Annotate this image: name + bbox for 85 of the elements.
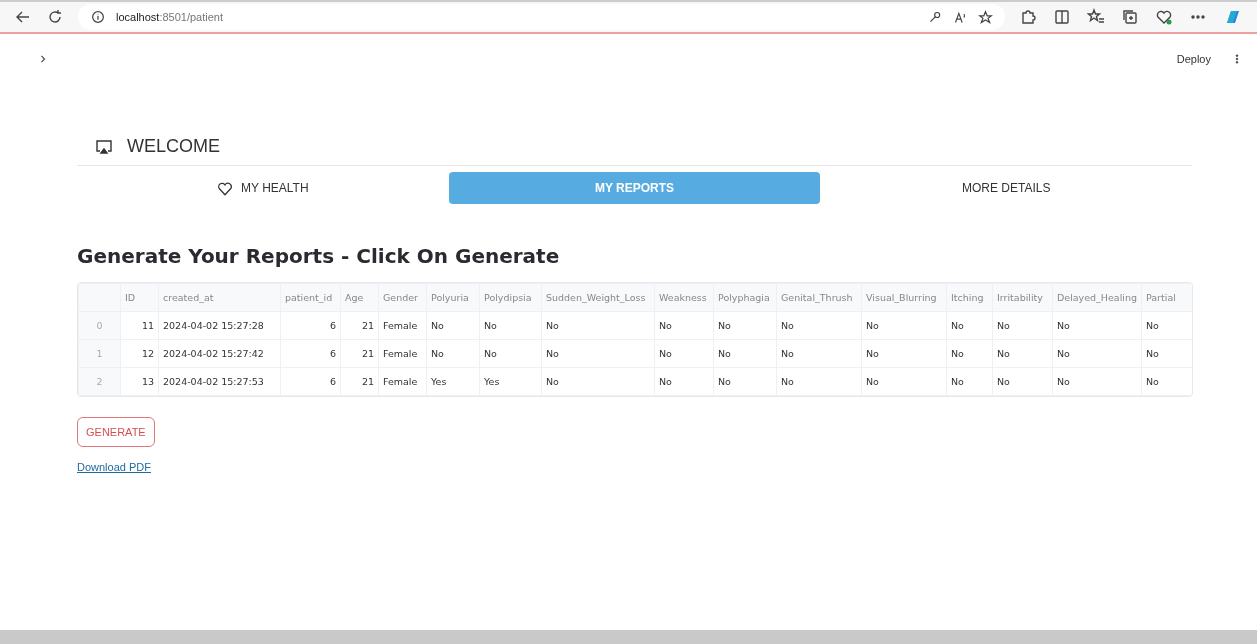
split-screen-icon[interactable]: [1053, 8, 1071, 26]
table-cell: Female: [378, 367, 427, 396]
reload-icon[interactable]: [46, 8, 64, 26]
url-text: localhost:8501/patient: [116, 11, 224, 23]
table-cell: 2024-04-02 15:27:28: [158, 311, 281, 340]
table-cell: No: [713, 311, 777, 340]
row-index: 1: [78, 339, 121, 368]
table-cell: No: [426, 339, 480, 368]
table-cell: No: [1052, 339, 1142, 368]
table-cell: 2024-04-02 15:27:42: [158, 339, 281, 368]
column-header: Weakness: [654, 283, 714, 312]
column-header: Polyphagia: [713, 283, 777, 312]
table-cell: 21: [340, 311, 379, 340]
table-cell: No: [1052, 311, 1142, 340]
table-cell: 13: [120, 367, 159, 396]
column-header: created_at: [158, 283, 281, 312]
table-cell: No: [713, 339, 777, 368]
table-cell: No: [426, 311, 480, 340]
table-cell: No: [713, 367, 777, 396]
column-header: Polyuria: [426, 283, 480, 312]
table-cell: No: [992, 339, 1053, 368]
download-link[interactable]: Download PDF: [77, 461, 151, 473]
star-icon[interactable]: [978, 9, 993, 25]
table-cell: 6: [280, 367, 341, 396]
table-cell: 12: [120, 339, 159, 368]
column-header: Age: [340, 283, 379, 312]
table-cell: No: [992, 367, 1053, 396]
deploy-button[interactable]: Deploy: [1172, 51, 1215, 67]
table-cell: No: [479, 311, 542, 340]
column-header: ID: [120, 283, 159, 312]
table-cell: Female: [378, 311, 427, 340]
table-cell: No: [992, 311, 1053, 340]
nav-tab[interactable]: MY HEALTH: [77, 172, 449, 204]
table-cell: No: [946, 311, 993, 340]
table-cell: 21: [340, 367, 379, 396]
column-header: patient_id: [280, 283, 341, 312]
table-cell: No: [479, 339, 542, 368]
table-cell: No: [654, 311, 714, 340]
table-cell: Yes: [426, 367, 480, 396]
generate-button[interactable]: GENERATE: [77, 417, 155, 447]
table-cell: No: [861, 339, 947, 368]
collections-icon[interactable]: [1121, 8, 1139, 26]
heart-icon[interactable]: [1155, 8, 1173, 26]
table-cell: 2024-04-02 15:27:53: [158, 367, 281, 396]
column-header: Gender: [378, 283, 427, 312]
key-icon[interactable]: [928, 9, 943, 25]
row-index: 2: [78, 367, 121, 396]
monitor-icon: [95, 138, 113, 155]
table-cell: 6: [280, 339, 341, 368]
column-header: Irritability: [992, 283, 1053, 312]
column-header: Sudden_Weight_Loss: [541, 283, 655, 312]
table-cell: No: [654, 367, 714, 396]
table-cell: No: [946, 339, 993, 368]
table-cell: No: [541, 339, 655, 368]
favorites-icon[interactable]: [1087, 8, 1105, 26]
column-header: Delayed_Healing: [1052, 283, 1142, 312]
puzzle-icon[interactable]: [1019, 8, 1037, 26]
table-cell: 11: [120, 311, 159, 340]
table-cell: No: [541, 367, 655, 396]
read-aloud-icon[interactable]: [953, 9, 968, 25]
column-header: Itching: [946, 283, 993, 312]
nav-tab[interactable]: MORE DETAILS: [820, 172, 1192, 204]
column-header: Polydipsia: [479, 283, 542, 312]
row-index: 0: [78, 311, 121, 340]
table-cell: No: [776, 311, 862, 340]
table-cell: No: [776, 339, 862, 368]
info-icon[interactable]: [90, 9, 106, 25]
table-cell: No: [861, 311, 947, 340]
section-heading: Generate Your Reports - Click On Generate: [77, 244, 561, 268]
table-cell: 6: [280, 311, 341, 340]
column-header: Genital_Thrush: [776, 283, 862, 312]
heart-icon: [217, 180, 234, 196]
column-header: Partial: [1141, 283, 1192, 312]
table-cell: 21: [340, 339, 379, 368]
table-cell: No: [654, 339, 714, 368]
page-title: WELCOME: [127, 136, 220, 157]
table-cell: Yes: [479, 367, 542, 396]
table-cell: No: [541, 311, 655, 340]
table-cell: No: [861, 367, 947, 396]
table-cell: No: [946, 367, 993, 396]
table-cell: No: [1052, 367, 1142, 396]
table-cell: Female: [378, 339, 427, 368]
address-bar[interactable]: localhost:8501/patient: [78, 4, 1005, 30]
table-cell: No: [776, 367, 862, 396]
column-header: Visual_Blurring: [861, 283, 947, 312]
